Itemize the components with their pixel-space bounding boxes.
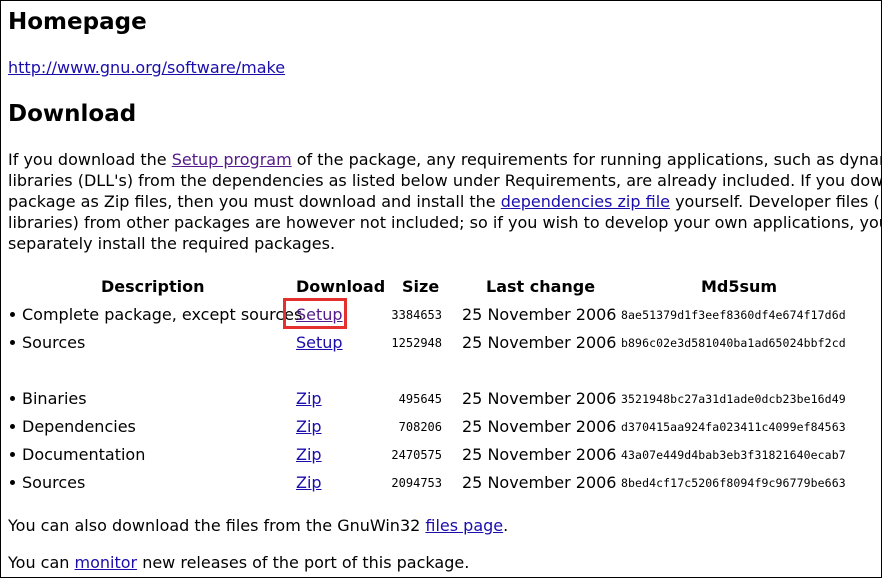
row-description: Binaries xyxy=(8,387,87,411)
browser-page: Homepage http://www.gnu.org/software/mak… xyxy=(0,0,882,578)
bullet-icon xyxy=(10,479,15,485)
row-date: 25 November 2006 xyxy=(462,389,617,408)
description-line-5: separately install the required packages… xyxy=(8,234,336,253)
row-md5: 8ae51379d1f3eef8360df4e674f17d6d xyxy=(621,308,846,322)
monitor-link[interactable]: monitor xyxy=(75,553,138,572)
row-description: Complete package, except sources xyxy=(8,303,302,327)
dependencies-zip-link[interactable]: dependencies zip file xyxy=(501,192,670,211)
table-row: Sources Zip 2094753 25 November 2006 8be… xyxy=(8,471,881,495)
homepage-url-link[interactable]: http://www.gnu.org/software/make xyxy=(8,58,285,77)
homepage-url-line: http://www.gnu.org/software/make xyxy=(8,57,285,78)
bullet-icon xyxy=(10,423,15,429)
row-description: Documentation xyxy=(8,443,145,467)
bullet-icon xyxy=(10,395,15,401)
monitor-line: You can monitor new releases of the port… xyxy=(8,553,470,572)
row-md5: 3521948bc27a31d1ade0dcb23be16d49 xyxy=(621,392,846,406)
homepage-heading: Homepage xyxy=(8,9,147,35)
documentation-zip-link[interactable]: Zip xyxy=(296,445,322,464)
header-size: Size xyxy=(402,277,440,296)
files-page-link[interactable]: files page xyxy=(425,516,503,535)
row-md5: 8bed4cf17c5206f8094f9c96779be663 xyxy=(621,476,846,490)
sources-setup-link[interactable]: Setup xyxy=(296,333,343,352)
table-row: Binaries Zip 495645 25 November 2006 352… xyxy=(8,387,881,411)
row-size: 2094753 xyxy=(391,476,442,490)
setup-program-link[interactable]: Setup program xyxy=(172,150,292,169)
header-md5sum: Md5sum xyxy=(701,277,778,296)
download-description: If you download the Setup program of the… xyxy=(8,149,882,254)
row-date: 25 November 2006 xyxy=(462,333,617,352)
header-description: Description xyxy=(101,277,205,296)
row-description: Sources xyxy=(8,471,85,495)
description-line-4: libraries) from other packages are howev… xyxy=(8,213,882,232)
row-description: Sources xyxy=(8,331,85,355)
row-date: 25 November 2006 xyxy=(462,473,617,492)
description-line-3: package as Zip files, then you must down… xyxy=(8,192,881,211)
row-md5: 43a07e449d4bab3eb3f31821640ecab7 xyxy=(621,448,846,462)
table-row: Complete package, except sources Setup 3… xyxy=(8,303,881,327)
row-size: 708206 xyxy=(398,420,442,434)
bullet-icon xyxy=(10,339,15,345)
row-date: 25 November 2006 xyxy=(462,305,617,324)
download-heading: Download xyxy=(8,101,137,127)
files-page-line: You can also download the files from the… xyxy=(8,516,509,535)
row-md5: d370415aa924fa023411c4099ef84563 xyxy=(621,420,846,434)
dependencies-zip-download-link[interactable]: Zip xyxy=(296,417,322,436)
bullet-icon xyxy=(10,451,15,457)
header-download: Download xyxy=(296,277,386,296)
sources-zip-link[interactable]: Zip xyxy=(296,473,322,492)
table-row: Sources Setup 1252948 25 November 2006 b… xyxy=(8,331,881,355)
row-md5: b896c02e3d581040ba1ad65024bbf2cd xyxy=(621,336,846,350)
description-line-2: libraries (DLL's) from the dependencies … xyxy=(8,171,882,190)
row-size: 3384653 xyxy=(391,308,442,322)
bullet-icon xyxy=(10,311,15,317)
row-description: Dependencies xyxy=(8,415,136,439)
header-last-change: Last change xyxy=(486,277,596,296)
row-size: 2470575 xyxy=(391,448,442,462)
table-header: Description Download Size Last change Md… xyxy=(8,275,881,299)
row-date: 25 November 2006 xyxy=(462,417,617,436)
table-row: Documentation Zip 2470575 25 November 20… xyxy=(8,443,881,467)
description-line-1: If you download the Setup program of the… xyxy=(8,150,882,169)
binaries-zip-link[interactable]: Zip xyxy=(296,389,322,408)
setup-link-highlight-box xyxy=(283,298,347,329)
row-size: 1252948 xyxy=(391,336,442,350)
row-date: 25 November 2006 xyxy=(462,445,617,464)
table-row: Dependencies Zip 708206 25 November 2006… xyxy=(8,415,881,439)
row-size: 495645 xyxy=(398,392,442,406)
